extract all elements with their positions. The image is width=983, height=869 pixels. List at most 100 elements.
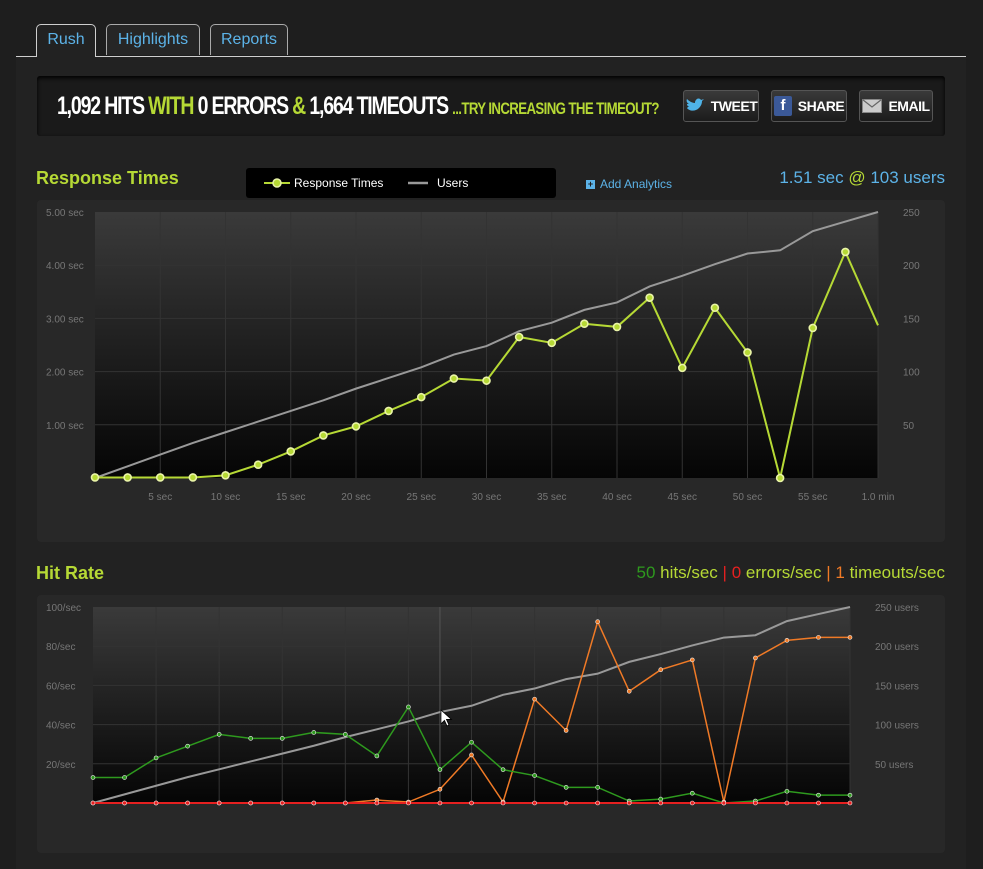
hits-count: 1,092 HITS [57,92,145,120]
y2-tick-label: 250 [903,208,920,219]
response-time-point [286,447,296,456]
hit-point [90,775,96,780]
hit-point [311,730,317,735]
timeouts-per-sec-value: 1 [835,563,845,582]
error-point [406,800,411,806]
y-tick-label: 4.00 sec [46,261,84,272]
x-tick-label: 55 sec [798,492,827,503]
with-word: WITH [148,92,194,120]
x-tick-label: 25 sec [407,492,436,503]
response-time-point [155,473,165,482]
response-time-value: 1.51 sec [779,168,844,187]
y-tick-label: 5.00 sec [46,208,84,219]
hit-rate-chart: 100/sec 80/sec 60/sec 40/sec 20/sec 250 users… [46,603,919,806]
response-time-point [677,363,687,373]
x-tick-label: 45 sec [668,492,697,503]
response-time-point [580,319,589,329]
hit-point [437,767,443,772]
timeout-point [437,786,443,792]
hits-per-sec-value: 50 [636,563,656,582]
tab-rush[interactable]: Rush [36,24,96,57]
legend-response-times: Response Times [294,176,384,190]
error-point [122,800,127,806]
response-time-point [775,473,785,483]
timeouts-per-sec-label: timeouts/sec [849,563,945,582]
add-analytics-link[interactable]: + Add Analytics [586,177,672,191]
hit-point [658,796,664,802]
timeout-point [626,688,632,694]
twitter-bird-icon [686,98,704,111]
error-point [721,800,727,806]
response-time-point [547,338,557,348]
x-tick-label: 5 sec [148,492,172,503]
tab-reports[interactable]: Reports [210,24,288,55]
y2-tick-label: 250 users [875,603,919,614]
response-stat: 1.51 sec @ 103 users [779,168,945,188]
response-time-point [645,293,654,302]
chart-legend: Response Times Users [246,168,556,198]
timeout-point [532,696,537,702]
y2-tick-label: 50 users [875,760,913,771]
error-point [90,800,96,806]
timeout-point [816,635,821,640]
email-button[interactable]: EMAIL [859,90,933,122]
response-time-point [808,323,818,333]
error-point [847,800,853,806]
response-time-point [384,406,393,416]
timeout-point [784,638,790,643]
response-time-point [710,303,720,313]
separator-1: | [722,563,727,582]
error-point [753,800,758,806]
x-tick-label: 30 sec [472,492,501,503]
hit-point [185,743,190,749]
tweet-button[interactable]: TWEET [683,90,759,122]
email-label: EMAIL [888,98,930,114]
hit-point [153,755,159,761]
y-tick-label: 3.00 sec [46,314,84,325]
response-time-point [90,473,100,482]
hits-per-sec-label: hits/sec [660,563,718,582]
error-point [343,800,348,806]
response-times-chart: 5.00 sec 4.00 sec 3.00 sec 2.00 sec 1.00 sec… [46,208,920,503]
hit-rate-stat: 50 hits/sec | 0 errors/sec | 1 timeouts/… [637,563,946,583]
tweet-label: TWEET [710,98,758,114]
summary-headline: 1,092 HITS WITH 0 ERRORS & 1,664 TIMEOUT… [57,92,660,121]
share-label: SHARE [797,98,845,114]
error-point [248,800,254,806]
hit-rate-title: Hit Rate [36,563,105,583]
tab-highlights[interactable]: Highlights [106,24,200,55]
hit-point [406,704,411,710]
response-time-point [482,376,491,385]
error-point [563,800,569,806]
hit-point [847,792,853,798]
timeout-point [753,655,758,661]
error-point [784,800,790,806]
hit-point [279,736,285,741]
error-point [153,800,159,806]
timeout-point [658,667,664,673]
errors-per-sec-label: errors/sec [745,563,822,582]
x-tick-label: 1.0 min [862,492,895,503]
response-time-point [188,473,198,482]
facebook-icon: f [773,96,792,116]
x-tick-label: 10 sec [211,492,240,503]
response-legend-swatch [264,178,290,188]
at-sign: @ [848,168,866,187]
error-point [500,800,506,806]
response-times-chart-box: 5.00 sec 4.00 sec 3.00 sec 2.00 sec 1.00 sec… [37,200,945,542]
envelope-icon [862,99,883,113]
hit-point [563,785,569,790]
response-time-point [514,332,524,342]
share-button[interactable]: f SHARE [771,90,847,122]
response-time-point [123,473,132,482]
separator-2: | [826,563,831,582]
error-point [816,800,821,806]
response-time-point [449,374,459,383]
y-tick-label: 40/sec [46,721,75,732]
error-point [279,800,285,806]
error-point [374,800,380,806]
hit-point [374,753,380,759]
x-tick-label: 20 sec [341,492,370,503]
y-tick-label: 100/sec [46,603,81,614]
y-tick-label: 20/sec [46,760,75,771]
